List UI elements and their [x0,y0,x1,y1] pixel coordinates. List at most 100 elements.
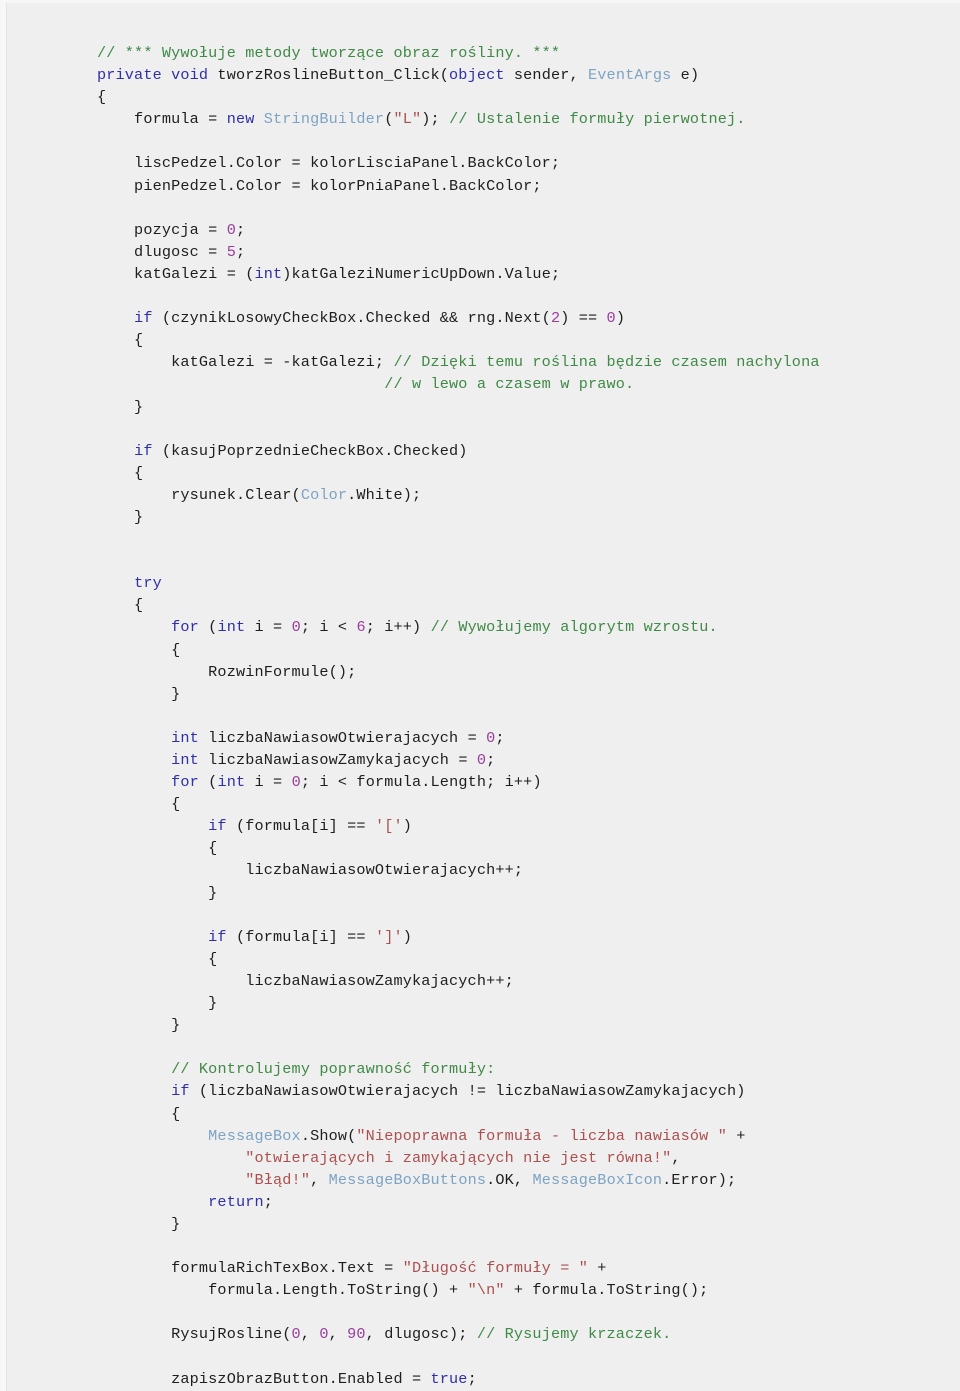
code-token: object [449,66,505,85]
code-line: MessageBox.Show("Niepoprawna formuła - l… [97,1125,937,1147]
code-token: ( [198,773,218,792]
code-token: ; [486,751,496,769]
code-token: dlugosc = [97,242,227,261]
code-line: { [97,462,937,484]
code-line: if (formula[i] == ']') [97,926,937,948]
code-token: MessageBoxIcon [532,1170,663,1189]
code-line: RysujRosline(0, 0, 90, dlugosc); // Rysu… [97,1323,937,1345]
code-line: for (int i = 0; i < 6; i++) // Wywołujem… [97,616,937,638]
code-token: "\n" [467,1281,505,1300]
code-line: return; [97,1191,937,1213]
code-token: private void [97,66,209,85]
code-token: } [97,1016,181,1035]
code-token: Color [300,485,348,504]
code-token: { [97,463,144,482]
code-token: 0 [291,618,301,637]
code-token: if [134,309,153,328]
code-token: liczbaNawiasowZamykajacych = [198,751,477,769]
code-line: zapiszObrazButton.Enabled = true; [97,1368,937,1390]
code-token: .Error); [662,1170,737,1189]
code-token: } [97,1214,181,1233]
code-token: } [97,883,218,902]
code-line: } [97,1213,937,1235]
code-line: formulaRichTexBox.Text = "Długość formuł… [97,1257,937,1279]
code-token: liscPedzel.Color = kolorLisciaPanel.Back… [97,154,561,173]
code-token: ( [198,618,218,637]
code-line: rysunek.Clear(Color.White); [97,484,937,506]
code-token: , [671,1148,681,1167]
code-token: int [171,751,199,769]
code-token: RozwinFormule(); [97,662,357,681]
code-token: 0 [291,773,301,792]
code-token: + [726,1126,746,1145]
code-line: if (kasujPoprzednieCheckBox.Checked) [97,440,937,462]
code-token: } [97,994,218,1013]
code-token: 0 [606,309,616,328]
code-token: 6 [356,618,366,637]
code-token: ; [263,1192,274,1211]
code-token: (liczbaNawiasowOtwierajacych != liczbaNa… [189,1082,746,1101]
code-token: ; [467,1369,477,1388]
code-token: ) == [560,309,607,328]
code-token: + [588,1259,607,1278]
code-token: if [208,817,227,836]
code-line: { [97,793,937,815]
code-token: , [310,1170,329,1189]
code-token: MessageBoxButtons [328,1170,487,1189]
code-line: // Kontrolujemy poprawność formuły: [97,1058,937,1080]
code-token: // Wywołujemy algorytm wzrostu. [430,618,718,637]
code-token: if [208,927,227,946]
code-line: { [97,639,937,661]
code-token: int [254,264,283,283]
code-line: { [97,948,937,970]
code-token: , [328,1325,348,1344]
code-line: RozwinFormule(); [97,661,937,683]
code-token: ; [495,728,505,747]
code-token: // Dzięki temu roślina będzie czasem nac… [393,353,820,372]
code-token: i = [245,773,292,792]
code-token: } [97,397,144,416]
code-line: formula.Length.ToString() + "\n" + formu… [97,1279,937,1301]
code-token: { [97,596,144,615]
code-token: ; i++) [365,618,431,637]
code-line: } [97,992,937,1014]
code-token: 2 [550,309,561,328]
code-line: { [97,837,937,859]
code-token: int [171,728,199,747]
code-token: "Błąd!" [245,1170,311,1189]
code-token: rysunek.Clear( [97,485,301,504]
code-token: formula = [97,110,227,129]
code-token: } [97,684,181,703]
code-token: true [430,1369,468,1388]
code-line: if (liczbaNawiasowOtwierajacych != liczb… [97,1080,937,1102]
code-token: { [97,640,181,659]
code-line: } [97,882,937,904]
code-token: '[' [374,817,403,836]
code-line: } [97,683,937,705]
code-token: i = [245,618,292,637]
code-token: MessageBox [208,1126,301,1145]
code-token: ']' [374,927,403,946]
code-line: try [97,572,937,594]
code-token: (formula[i] == [226,927,375,946]
code-token: ) [615,309,626,328]
code-token: // Rysujemy krzaczek. [476,1325,672,1344]
code-token: (formula[i] == [226,817,375,836]
code-token: 0 [291,1325,301,1344]
code-line: dlugosc = 5; [97,241,937,263]
code-token: + formula.ToString(); [504,1281,709,1300]
